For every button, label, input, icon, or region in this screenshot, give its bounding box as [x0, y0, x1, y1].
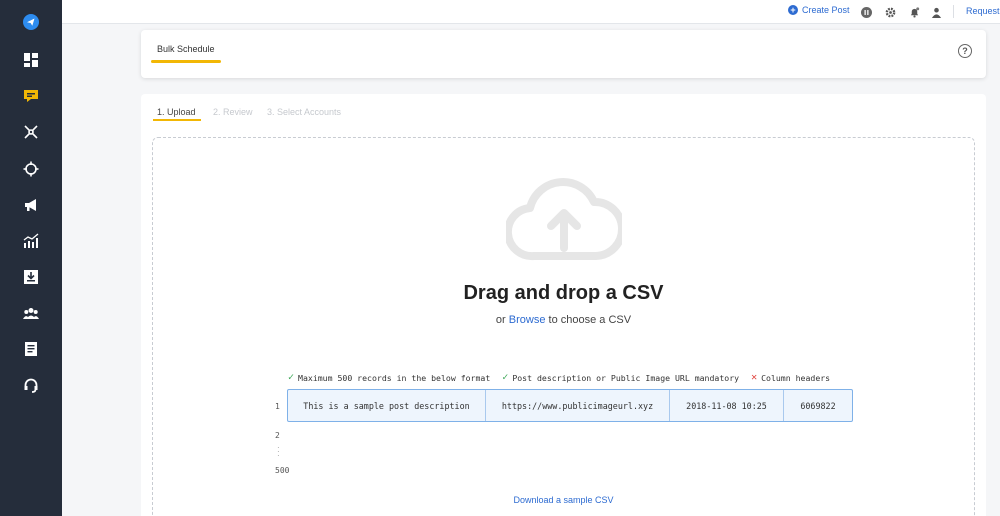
step-review[interactable]: 2. Review	[213, 107, 253, 117]
megaphone-icon[interactable]	[19, 193, 43, 217]
download-sample-csv-link[interactable]: Download a sample CSV	[153, 495, 974, 505]
csv-dropzone[interactable]: Drag and drop a CSV or Browse to choose …	[152, 137, 975, 516]
sidebar	[0, 0, 62, 516]
check-icon: ✓	[502, 372, 509, 383]
create-post-button[interactable]: + Create Post	[788, 5, 850, 15]
step-select-accounts[interactable]: 3. Select Accounts	[267, 107, 341, 117]
step-upload[interactable]: 1. Upload	[157, 107, 196, 117]
rule-text: Column headers	[761, 372, 831, 383]
sample-cell-datetime: 2018-11-08 10:25	[670, 390, 784, 421]
team-icon[interactable]	[19, 301, 43, 325]
sample-cell-description: This is a sample post description	[288, 390, 486, 421]
analytics-icon[interactable]	[19, 229, 43, 253]
rule-max-records: ✓ Maximum 500 records in the below forma…	[288, 372, 490, 383]
rule-no-headers: ✕ Column headers	[751, 372, 830, 383]
pause-icon[interactable]	[860, 6, 872, 18]
upload-card: 1. Upload 2. Review 3. Select Accounts D…	[141, 94, 986, 516]
page-title[interactable]: Bulk Schedule	[157, 44, 215, 54]
choose-csv-text: to choose a CSV	[548, 314, 632, 326]
cloud-upload-icon	[506, 178, 622, 261]
request-link[interactable]: Request	[966, 6, 1000, 16]
bell-icon[interactable]	[908, 6, 920, 18]
close-icon: ✕	[751, 372, 758, 383]
target-icon[interactable]	[19, 157, 43, 181]
check-icon: ✓	[288, 372, 295, 383]
browse-link[interactable]: Browse	[509, 314, 546, 326]
or-text: or	[495, 314, 506, 326]
rule-text: Maximum 500 records in the below format	[298, 372, 491, 383]
gear-icon[interactable]	[884, 6, 896, 18]
top-bar: + Create Post Request	[62, 0, 1000, 24]
browse-line: or Browse to choose a CSV	[153, 314, 974, 326]
plus-circle-icon: +	[788, 5, 798, 15]
ellipsis-dots: · · ·	[277, 443, 280, 460]
dashboard-icon[interactable]	[19, 48, 43, 72]
top-divider	[953, 5, 954, 18]
header-card: Bulk Schedule ?	[141, 30, 986, 78]
network-icon[interactable]	[19, 120, 43, 144]
user-icon[interactable]	[930, 6, 942, 18]
document-icon[interactable]	[19, 337, 43, 361]
row-number: 2	[275, 431, 280, 440]
sample-cell-image-url: https://www.publicimageurl.xyz	[486, 390, 670, 421]
csv-rules: ✓ Maximum 500 records in the below forma…	[288, 372, 830, 383]
step-underline	[153, 119, 201, 121]
row-number: 500	[275, 466, 290, 475]
support-headset-icon[interactable]	[19, 373, 43, 397]
help-icon[interactable]: ?	[958, 44, 972, 58]
sample-csv-row: This is a sample post description https:…	[287, 389, 853, 422]
paper-plane-icon[interactable]	[19, 10, 43, 34]
create-post-label: Create Post	[802, 5, 850, 15]
drag-drop-title: Drag and drop a CSV	[463, 282, 664, 304]
download-icon[interactable]	[19, 265, 43, 289]
active-tab-underline	[151, 60, 221, 63]
publish-icon[interactable]	[19, 84, 43, 108]
rule-mandatory-fields: ✓ Post description or Public Image URL m…	[502, 372, 739, 383]
row-number: 1	[275, 402, 280, 411]
rule-text: Post description or Public Image URL man…	[512, 372, 740, 383]
sample-cell-account-id: 6069822	[800, 400, 836, 411]
